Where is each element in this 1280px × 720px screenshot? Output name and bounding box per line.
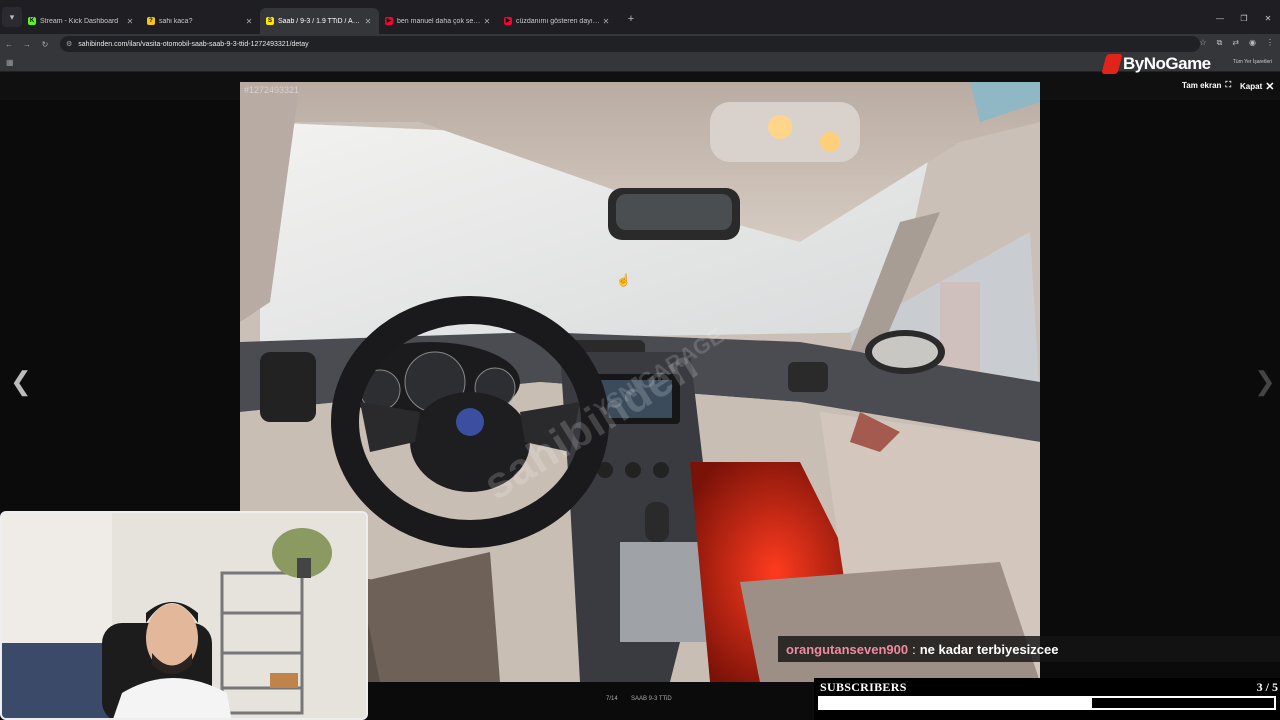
photo-caption: SAAB 9-3 TTiD xyxy=(631,696,672,702)
browser-tab[interactable]: K Stream - Kick Dashboard ✕ xyxy=(22,8,141,34)
tab-favicon-icon: ▶ xyxy=(385,17,393,25)
tab-title: cüzdanımı gösteren dayı - YouTube xyxy=(516,17,601,25)
bynogame-logo: ByNoGame xyxy=(1101,54,1211,74)
site-info-icon[interactable]: ⚙ xyxy=(66,40,72,48)
tab-favicon-icon: ? xyxy=(147,17,155,25)
tab-title: ben manuel daha çok seviyorum xyxy=(397,17,482,25)
chat-username: orangutanseven900 xyxy=(786,641,909,657)
next-photo-arrow-icon[interactable]: ❯ xyxy=(1254,366,1276,397)
tab-close-icon[interactable]: ✕ xyxy=(601,17,611,26)
address-bar[interactable]: ⚙ sahibinden.com/ilan/vasita-otomobil-sa… xyxy=(60,36,1200,52)
photo-page-indicator: 7/14 xyxy=(606,696,618,702)
tab-title: Saab / 9-3 / 1.9 TTiD / Aero / S... xyxy=(278,17,363,25)
new-tab-button[interactable]: + xyxy=(621,9,641,29)
extensions-icon[interactable]: ⧉ xyxy=(1217,38,1223,48)
close-window-icon[interactable]: ✕ xyxy=(1256,14,1280,23)
browser-tab[interactable]: ? sahi kaca? ✕ xyxy=(141,8,260,34)
bynogame-logo-text: ByNoGame xyxy=(1123,54,1211,73)
forward-icon[interactable]: → xyxy=(18,40,36,49)
tab-close-icon[interactable]: ✕ xyxy=(244,17,254,26)
streamer-webcam xyxy=(0,511,368,720)
all-bookmarks-link[interactable]: Tüm Yer İşaretleri xyxy=(1233,59,1272,65)
tab-close-icon[interactable]: ✕ xyxy=(125,17,135,26)
tab-favicon-icon: ▶ xyxy=(504,17,512,25)
tab-favicon-icon: K xyxy=(28,17,36,25)
url-text: sahibinden.com/ilan/vasita-otomobil-saab… xyxy=(78,40,309,48)
tab-title: sahi kaca? xyxy=(159,17,193,25)
minimize-icon[interactable]: — xyxy=(1208,14,1232,23)
close-label: Kapat xyxy=(1240,82,1263,91)
tab-close-icon[interactable]: ✕ xyxy=(363,17,373,26)
subscribers-progress-bar xyxy=(818,696,1276,710)
tab-close-icon[interactable]: ✕ xyxy=(482,17,492,26)
bookmarks-bar: ▦ Tüm Yer İşaretleri xyxy=(0,54,1280,72)
subscribers-progress-fill xyxy=(820,698,1093,708)
fullscreen-label: Tam ekran xyxy=(1182,80,1222,90)
browser-tab[interactable]: ▶ ben manuel daha çok seviyorum✕ xyxy=(379,8,498,34)
browser-tab[interactable]: S Saab / 9-3 / 1.9 TTiD / Aero / S...✕ xyxy=(260,8,379,34)
bynogame-logo-mark xyxy=(1101,54,1123,74)
cast-icon[interactable]: ⇄ xyxy=(1232,38,1239,48)
bookmark-star-icon[interactable]: ☆ xyxy=(1199,38,1206,48)
subscriber-goal-widget: SUBSCRIBERS 3 / 5 xyxy=(814,678,1280,720)
apps-grid-icon[interactable]: ▦ xyxy=(6,58,14,67)
menu-icon[interactable]: ⋮ xyxy=(1266,38,1274,48)
tab-search-icon[interactable]: ▾ xyxy=(2,7,22,27)
browser-tab[interactable]: ▶ cüzdanımı gösteren dayı - YouTube✕ xyxy=(498,8,617,34)
fullscreen-button[interactable]: Tam ekran ⛶ xyxy=(1182,80,1231,90)
chat-message-overlay: orangutanseven900 : ne kadar terbiyesizc… xyxy=(778,636,1280,662)
previous-photo-arrow-icon[interactable]: ❮ xyxy=(10,366,32,397)
listing-number-watermark: #1272493321 xyxy=(244,85,300,95)
close-icon: ✕ xyxy=(1265,81,1275,93)
reload-icon[interactable]: ↻ xyxy=(36,40,54,49)
hand-cursor-icon: ☝ xyxy=(616,273,631,287)
browser-tab-strip: ▾ K Stream - Kick Dashboard ✕? sahi kaca? ✕ S… xyxy=(0,0,1280,34)
subscribers-count: 3 / 5 xyxy=(1256,680,1278,694)
subscribers-label: SUBSCRIBERS xyxy=(820,680,907,694)
back-icon[interactable]: ← xyxy=(0,40,18,49)
restore-icon[interactable]: ❐ xyxy=(1232,14,1256,23)
tab-title: Stream - Kick Dashboard xyxy=(40,17,119,25)
profile-icon[interactable]: ◉ xyxy=(1249,38,1256,48)
browser-toolbar: ← → ↻ ⚙ sahibinden.com/ilan/vasita-otomo… xyxy=(0,34,1280,54)
chat-message-text: ne kadar terbiyesizcee xyxy=(919,641,1059,657)
close-lightbox-button[interactable]: Kapat ✕ xyxy=(1240,80,1274,93)
window-controls: — ❐ ✕ xyxy=(1208,14,1280,23)
chat-separator: : xyxy=(912,641,916,657)
tab-favicon-icon: S xyxy=(266,17,274,25)
fullscreen-icon: ⛶ xyxy=(1225,80,1232,89)
